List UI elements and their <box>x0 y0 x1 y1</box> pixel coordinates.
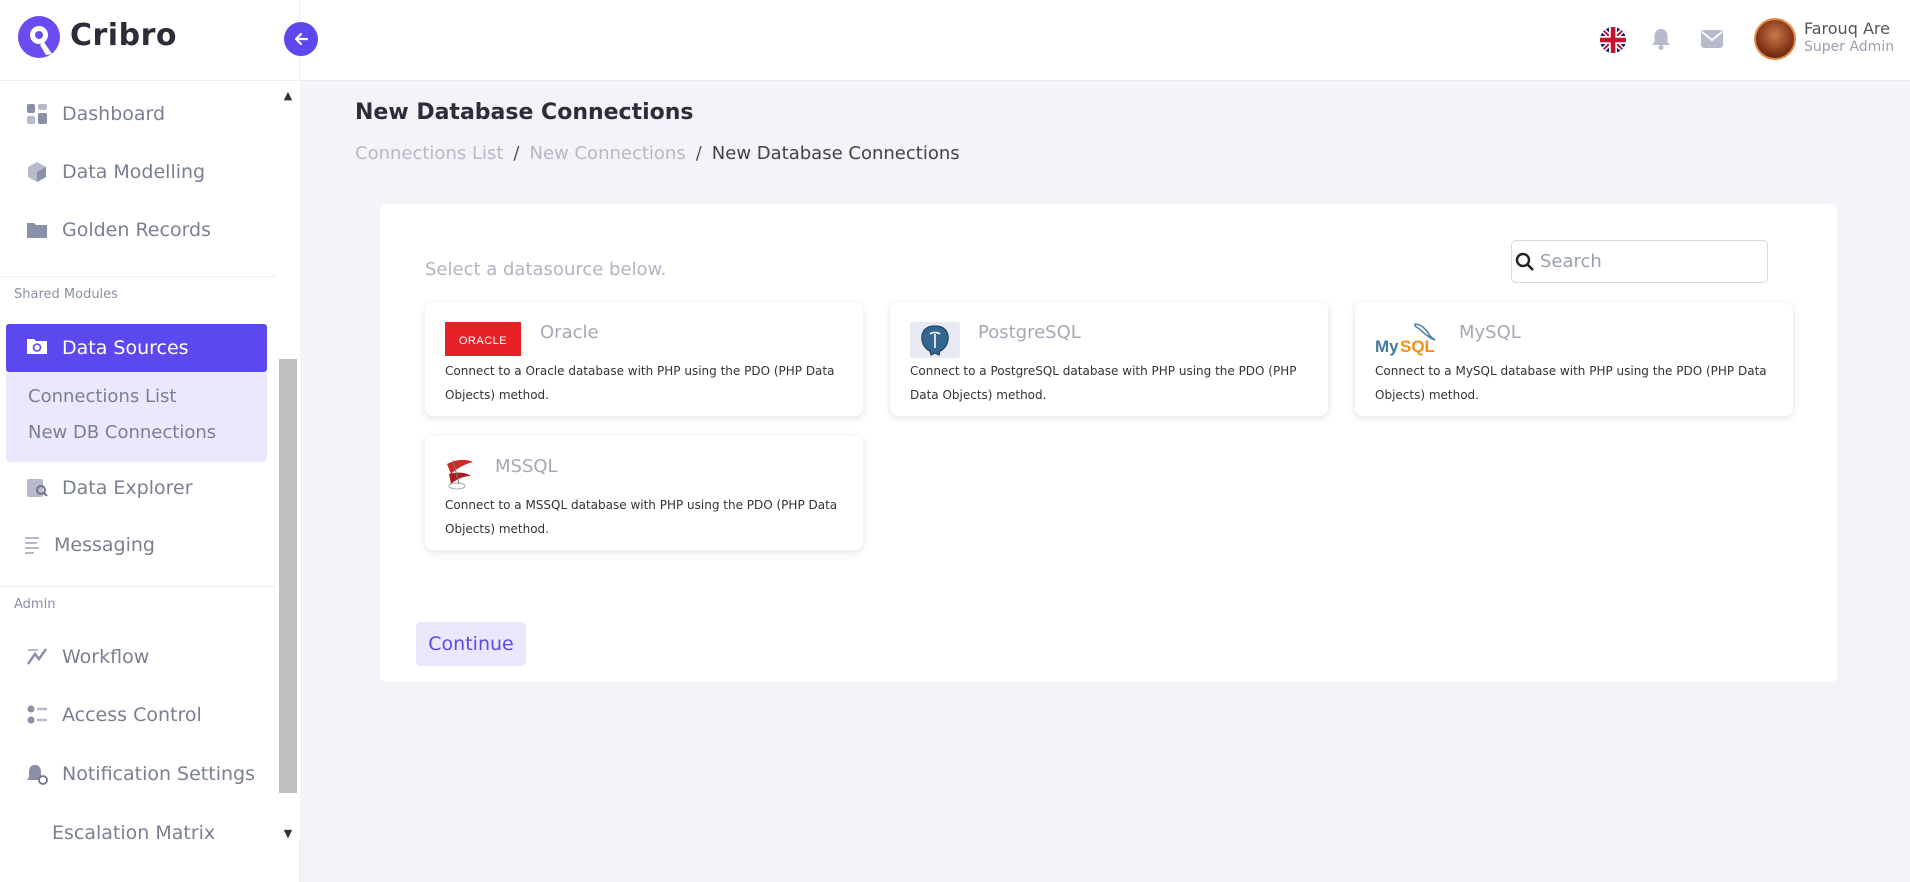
sidebar-item-label: Data Explorer <box>62 477 193 499</box>
divider <box>0 586 276 587</box>
sidebar-item-notification-settings[interactable]: Notification Settings <box>26 763 255 785</box>
datasource-description: Connect to a Oracle database with PHP us… <box>445 364 835 402</box>
section-label-shared-modules: Shared Modules <box>14 287 118 302</box>
search-input[interactable] <box>1540 251 1760 272</box>
scroll-up-arrow-icon[interactable]: ▲ <box>276 81 300 109</box>
notification-settings-icon <box>26 763 48 785</box>
sidebar-item-golden-records[interactable]: Golden Records <box>26 219 211 241</box>
divider <box>0 276 276 277</box>
bell-icon[interactable] <box>1651 28 1671 54</box>
continue-button[interactable]: Continue <box>416 622 526 666</box>
sidebar-item-escalation-matrix[interactable]: Escalation Matrix <box>52 822 215 844</box>
breadcrumb-separator: / <box>695 143 702 164</box>
sidebar-item-label: Access Control <box>62 704 202 726</box>
uk-flag-icon[interactable] <box>1600 27 1626 53</box>
sidebar-item-label: Notification Settings <box>62 763 255 785</box>
sidebar-item-label: Workflow <box>62 646 150 668</box>
arrow-left-icon <box>294 32 309 46</box>
sidebar-item-access-control[interactable]: Access Control <box>26 704 202 726</box>
app-name: Cribro <box>70 18 177 53</box>
sidebar-scrollbar[interactable]: ▲ ▼ <box>276 81 300 841</box>
user-role: Super Admin <box>1804 39 1895 55</box>
search-box[interactable] <box>1511 240 1768 283</box>
sidebar-item-data-sources[interactable]: Data Sources <box>6 324 267 372</box>
datasource-oracle[interactable]: ORACLE Oracle Connect to a Oracle databa… <box>425 302 863 416</box>
datasource-name: PostgreSQL <box>978 322 1081 343</box>
sidebar-item-data-modelling[interactable]: Data Modelling <box>26 161 205 183</box>
datasource-name: MySQL <box>1459 322 1521 343</box>
section-label-admin: Admin <box>14 597 56 612</box>
sidebar-item-messaging[interactable]: Messaging <box>24 534 155 556</box>
postgresql-logo <box>910 322 960 358</box>
sidebar-item-label: Golden Records <box>62 219 212 241</box>
search-icon <box>1515 252 1534 271</box>
cribro-logo-icon <box>18 16 60 58</box>
datasource-mysql[interactable]: My SQL MySQL Connect to a MySQL database… <box>1355 302 1793 416</box>
messaging-icon <box>24 534 40 556</box>
mail-icon[interactable] <box>1700 29 1724 53</box>
datasource-postgresql[interactable]: PostgreSQL Connect to a PostgreSQL datab… <box>890 302 1328 416</box>
sidebar-item-label: Data Sources <box>62 337 189 359</box>
collapse-sidebar-button[interactable] <box>284 22 318 56</box>
breadcrumb-new-connections[interactable]: New Connections <box>530 143 686 164</box>
data-sources-icon <box>26 335 48 362</box>
datasource-mssql[interactable]: MSSQL Connect to a MSSQL database with P… <box>425 436 863 550</box>
datasource-card: Select a datasource below. ORACLE Oracle… <box>380 204 1837 682</box>
sidebar-item-workflow[interactable]: Workflow <box>26 646 149 668</box>
data-sources-submenu: Connections List New DB Connections <box>6 372 267 462</box>
access-control-icon <box>26 704 48 726</box>
breadcrumb-separator: / <box>513 143 520 164</box>
datasource-description: Connect to a PostgreSQL database with PH… <box>910 364 1297 402</box>
avatar[interactable] <box>1754 18 1796 60</box>
breadcrumb: Connections List / New Connections / New… <box>355 143 960 164</box>
datasource-description: Connect to a MySQL database with PHP usi… <box>1375 364 1767 402</box>
breadcrumb-connections-list[interactable]: Connections List <box>355 143 503 164</box>
svg-text:SQL: SQL <box>1400 337 1435 356</box>
sidebar-nav: Dashboard Data Modelling Golden Records … <box>0 81 276 882</box>
sidebar-item-label: Data Modelling <box>62 161 206 183</box>
breadcrumb-current: New Database Connections <box>711 143 960 164</box>
page-title: New Database Connections <box>355 100 694 125</box>
logo-area: Cribro <box>0 0 299 81</box>
scroll-down-arrow-icon[interactable]: ▼ <box>276 819 300 847</box>
folder-icon <box>26 219 48 241</box>
mssql-logo <box>447 459 473 490</box>
top-header: Farouq Are Super Admin <box>300 0 1910 81</box>
datasource-description: Connect to a MSSQL database with PHP usi… <box>445 498 838 536</box>
cube-icon <box>26 161 48 183</box>
svg-text:ORACLE: ORACLE <box>459 335 507 347</box>
svg-text:My: My <box>1375 337 1399 356</box>
sidebar-item-data-explorer[interactable]: Data Explorer <box>26 477 193 499</box>
mysql-logo: My SQL <box>1375 323 1436 356</box>
select-datasource-text: Select a datasource below. <box>425 259 667 280</box>
datasource-name: MSSQL <box>495 456 558 477</box>
submenu-item-new-db-connections[interactable]: New DB Connections <box>28 422 216 443</box>
dashboard-icon <box>26 103 48 125</box>
data-explorer-icon <box>26 477 48 499</box>
sidebar-item-dashboard[interactable]: Dashboard <box>26 103 165 125</box>
scroll-thumb[interactable] <box>279 359 297 793</box>
workflow-icon <box>26 646 48 668</box>
datasource-name: Oracle <box>540 322 599 343</box>
sidebar: Cribro Dashboard Data Modelling Golden R… <box>0 0 300 882</box>
sidebar-item-label: Escalation Matrix <box>52 822 216 844</box>
sidebar-item-label: Dashboard <box>62 103 166 125</box>
submenu-item-connections-list[interactable]: Connections List <box>28 386 176 407</box>
sidebar-item-label: Messaging <box>54 534 155 556</box>
user-name: Farouq Are <box>1804 19 1890 38</box>
oracle-logo: ORACLE <box>445 322 521 356</box>
